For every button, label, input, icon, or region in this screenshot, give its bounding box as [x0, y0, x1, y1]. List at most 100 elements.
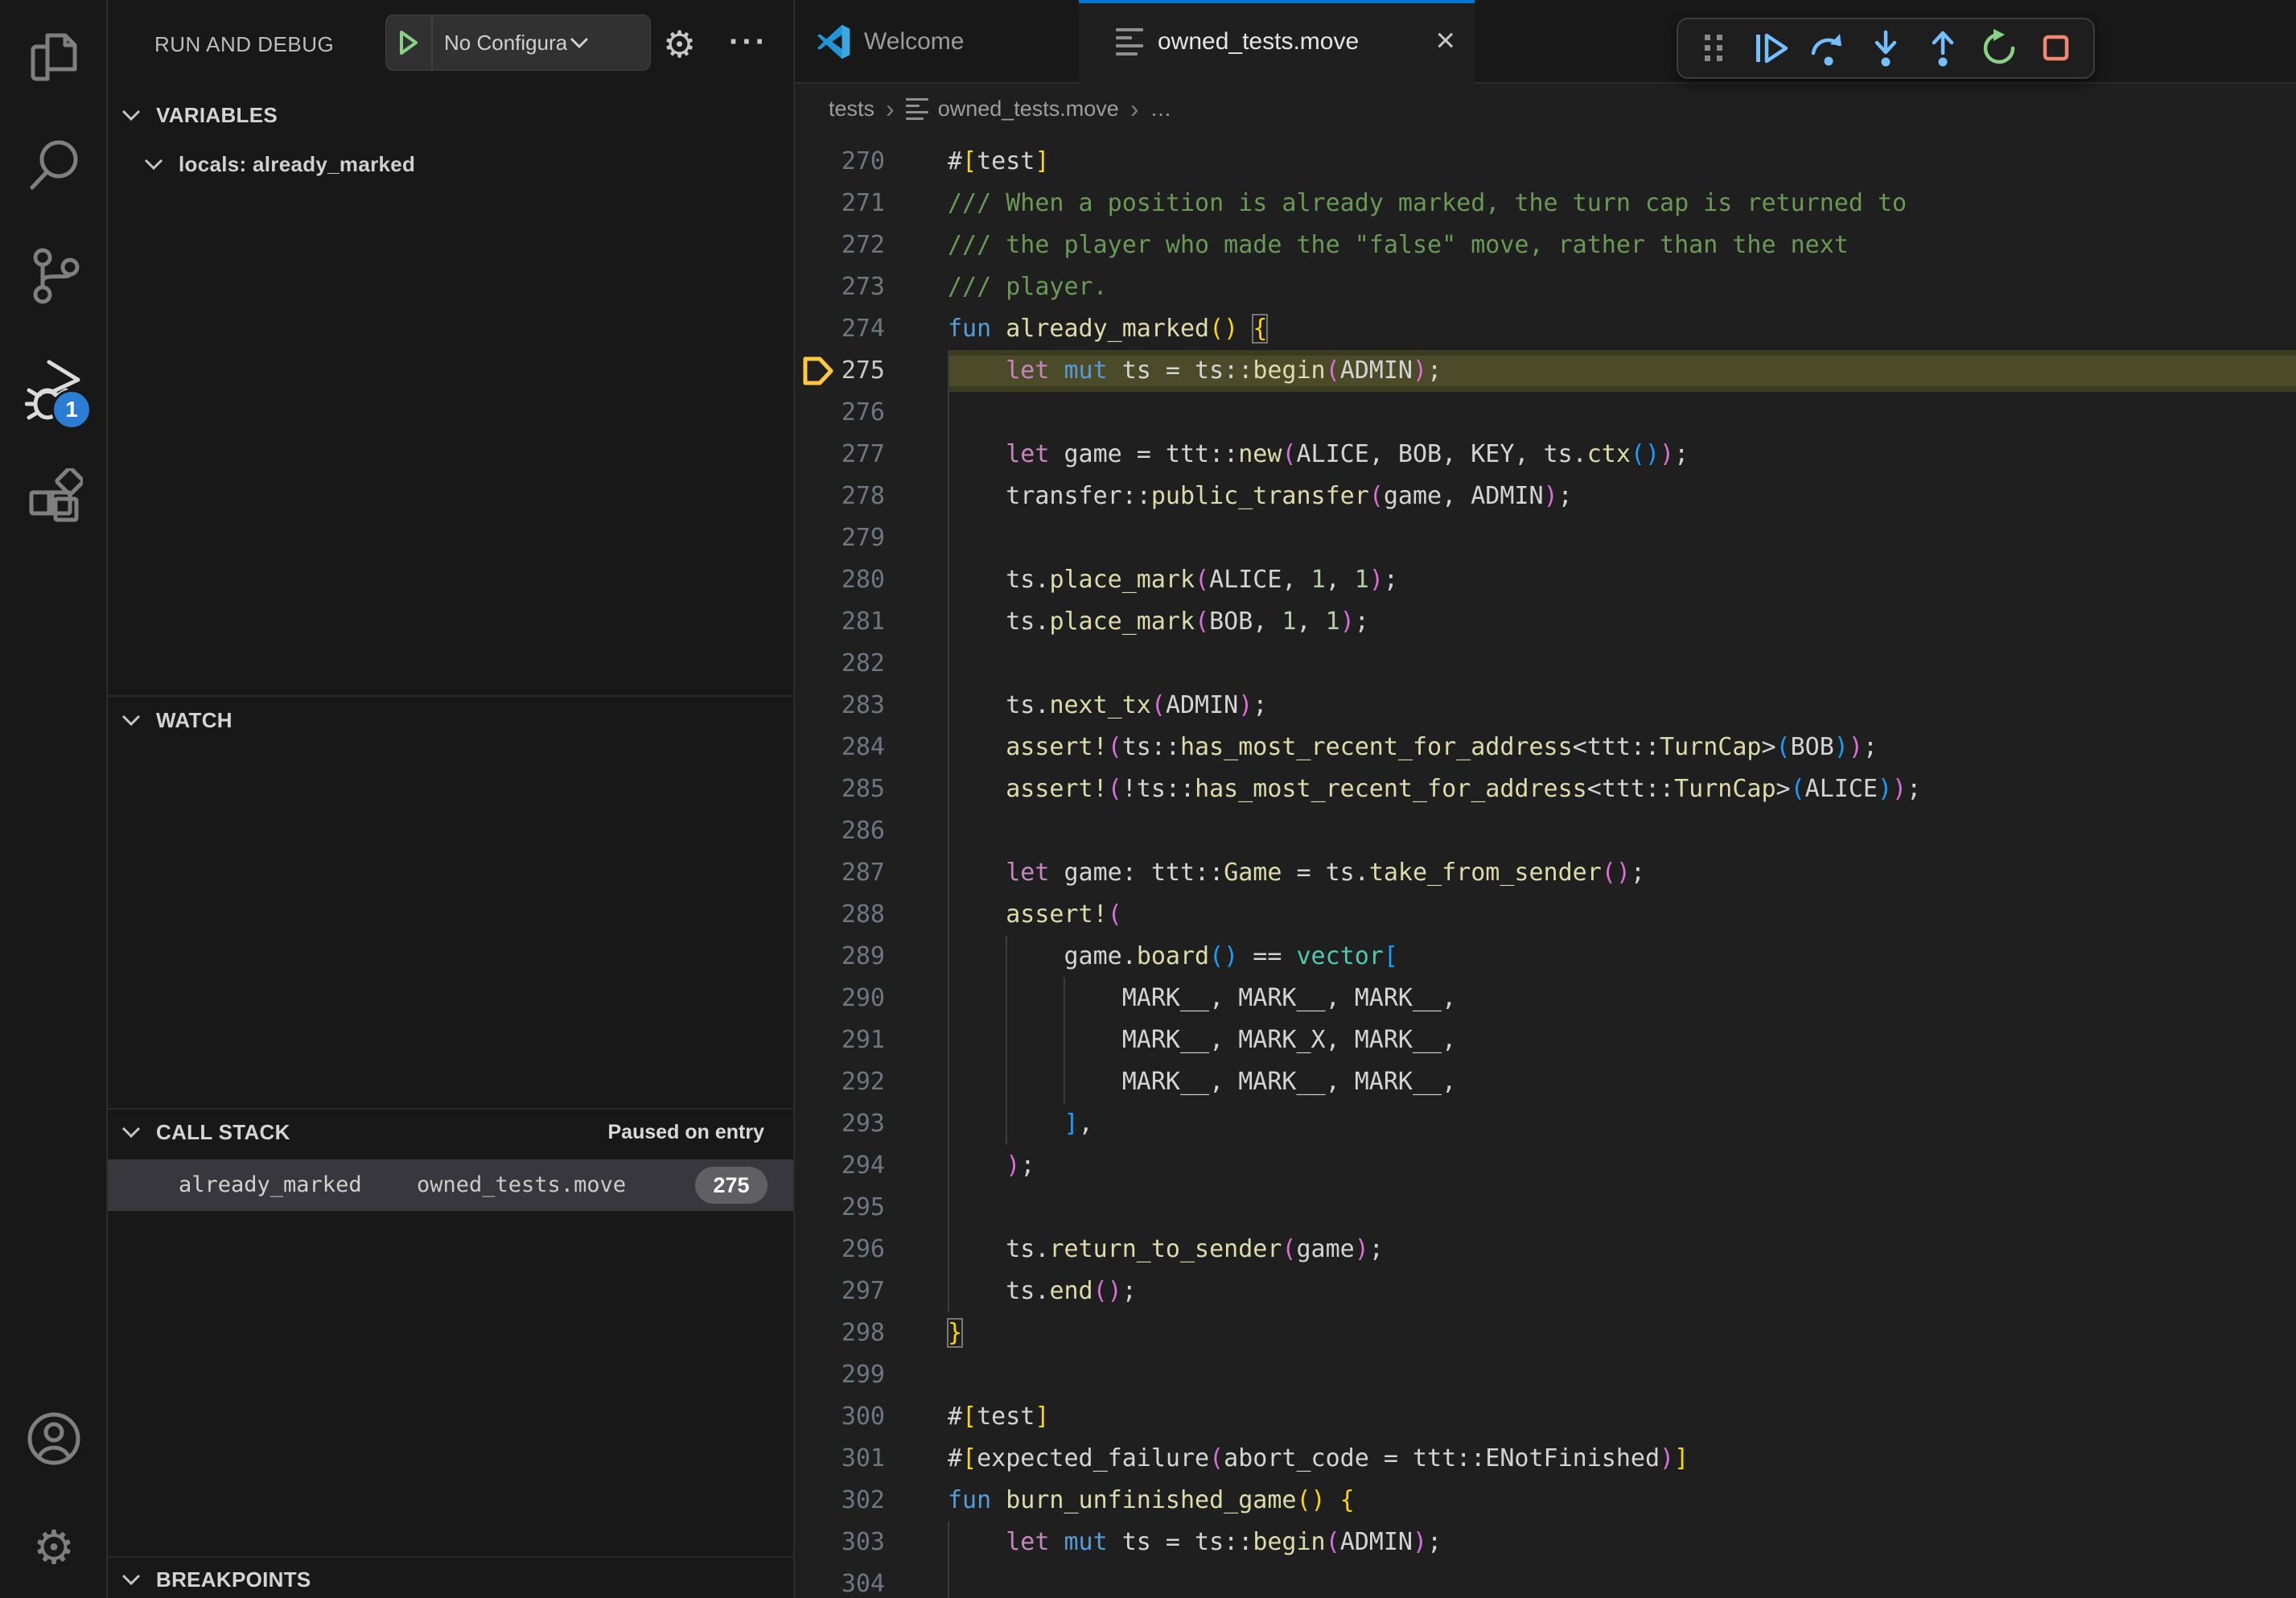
panel-title: RUN AND DEBUG [154, 0, 334, 89]
code-line [948, 643, 2296, 685]
line-number[interactable]: 279 [795, 517, 885, 559]
editor-gutter[interactable]: 2702712722732742752762772782792802812822… [795, 134, 944, 1598]
continue-button[interactable] [1749, 26, 1794, 71]
variables-section-header[interactable]: VARIABLES [108, 93, 793, 137]
editor-group: Welcome owned_tests.move × tests › [795, 0, 2296, 1598]
line-number[interactable]: 273 [795, 266, 885, 308]
current-stack-frame-icon [800, 353, 837, 389]
chevron-down-icon [569, 35, 590, 50]
code-lines: #[test]/// When a position is already ma… [948, 134, 2296, 1598]
move-file-icon [906, 98, 928, 120]
line-number[interactable]: 274 [795, 308, 885, 350]
search-icon[interactable] [25, 137, 83, 195]
code-line: fun burn_unfinished_game() { [948, 1480, 2296, 1522]
indent-guide [948, 392, 949, 434]
call-stack-frame-row[interactable]: already_marked owned_tests.move 275 [108, 1159, 793, 1211]
step-into-button[interactable] [1863, 26, 1908, 71]
tab-welcome[interactable]: Welcome [795, 0, 1079, 84]
line-number[interactable]: 276 [795, 392, 885, 434]
line-number[interactable]: 284 [795, 727, 885, 768]
line-number[interactable]: 289 [795, 936, 885, 978]
code-line: let game = ttt::new(ALICE, BOB, KEY, ts.… [948, 434, 2296, 476]
move-file-icon [1116, 28, 1143, 56]
line-number[interactable]: 299 [795, 1354, 885, 1396]
line-number[interactable]: 270 [795, 141, 885, 183]
indent-guide [948, 936, 949, 978]
breadcrumb-file[interactable]: owned_tests.move [938, 97, 1119, 121]
code-line: let mut ts = ts::begin(ADMIN); [948, 350, 2296, 392]
line-number[interactable]: 304 [795, 1563, 885, 1598]
indent-guide [948, 768, 949, 810]
breakpoints-section-header[interactable]: BREAKPOINTS [108, 1561, 793, 1598]
indent-guide [1006, 1061, 1007, 1103]
settings-gear-icon[interactable]: ⚙ [25, 1519, 83, 1577]
line-number[interactable]: 298 [795, 1312, 885, 1354]
code-editor[interactable]: 2702712722732742752762772782792802812822… [795, 134, 2296, 1598]
line-number[interactable]: 303 [795, 1522, 885, 1563]
line-number[interactable]: 301 [795, 1438, 885, 1480]
line-number[interactable]: 295 [795, 1187, 885, 1229]
extensions-icon[interactable] [25, 468, 83, 526]
tab-owned-tests-move[interactable]: owned_tests.move × [1079, 0, 1475, 84]
step-over-button[interactable] [1806, 26, 1851, 71]
breadcrumb-symbol[interactable]: … [1150, 97, 1171, 121]
line-number[interactable]: 271 [795, 183, 885, 224]
line-number[interactable]: 300 [795, 1396, 885, 1438]
views-more-actions-icon[interactable]: ··· [729, 0, 768, 84]
line-number[interactable]: 291 [795, 1019, 885, 1061]
frame-file-name: owned_tests.move [417, 1159, 626, 1211]
line-number[interactable]: 278 [795, 476, 885, 517]
code-line: /// the player who made the "false" move… [948, 224, 2296, 266]
chevron-down-icon [121, 713, 142, 727]
debug-config-dropdown[interactable]: No Configura [385, 14, 651, 71]
indent-guide [1006, 978, 1007, 1019]
indent-guide [1064, 1019, 1065, 1061]
code-line: ts.place_mark(ALICE, 1, 1); [948, 559, 2296, 601]
line-number[interactable]: 283 [795, 685, 885, 727]
indent-guide [948, 685, 949, 727]
indent-guide [948, 810, 949, 852]
line-number[interactable]: 293 [795, 1103, 885, 1145]
line-number[interactable]: 292 [795, 1061, 885, 1103]
code-line: let game: ttt::Game = ts.take_from_sende… [948, 852, 2296, 894]
code-line: assert!( [948, 894, 2296, 936]
line-number[interactable]: 288 [795, 894, 885, 936]
line-number[interactable]: 287 [795, 852, 885, 894]
line-number[interactable]: 277 [795, 434, 885, 476]
debug-settings-gear-icon[interactable]: ⚙ [663, 0, 696, 89]
source-control-icon[interactable] [25, 246, 83, 304]
code-line [948, 810, 2296, 852]
code-line: let mut ts = ts::begin(ADMIN); [948, 1522, 2296, 1563]
line-number[interactable]: 302 [795, 1480, 885, 1522]
account-icon[interactable] [25, 1410, 83, 1468]
debug-count-badge: 1 [51, 389, 92, 430]
frame-function-name: already_marked [179, 1159, 362, 1211]
watch-section-header[interactable]: WATCH [108, 698, 793, 742]
indent-guide [948, 1103, 949, 1145]
restart-button[interactable] [1977, 26, 2022, 71]
line-number[interactable]: 286 [795, 810, 885, 852]
toolbar-drag-handle[interactable] [1692, 26, 1737, 71]
line-number[interactable]: 296 [795, 1229, 885, 1271]
line-number[interactable]: 282 [795, 643, 885, 685]
step-out-button[interactable] [1920, 26, 1965, 71]
line-number[interactable]: 290 [795, 978, 885, 1019]
line-number[interactable]: 280 [795, 559, 885, 601]
breadcrumb-folder[interactable]: tests [829, 97, 874, 121]
config-label: No Configura [444, 31, 567, 56]
line-number[interactable]: 297 [795, 1271, 885, 1312]
close-tab-icon[interactable]: × [1435, 0, 1455, 84]
section-divider [108, 695, 793, 697]
button-divider [431, 14, 433, 71]
line-number[interactable]: 294 [795, 1145, 885, 1187]
variables-scope-row[interactable]: locals: already_marked [108, 143, 793, 185]
indent-guide [948, 601, 949, 643]
call-stack-section-header[interactable]: CALL STACK Paused on entry [108, 1112, 793, 1152]
stop-button[interactable] [2034, 26, 2079, 71]
explorer-icon[interactable] [25, 27, 83, 85]
line-number[interactable]: 272 [795, 224, 885, 266]
line-number[interactable]: 285 [795, 768, 885, 810]
indent-guide [948, 727, 949, 768]
line-number[interactable]: 281 [795, 601, 885, 643]
start-debug-icon[interactable] [386, 30, 431, 56]
